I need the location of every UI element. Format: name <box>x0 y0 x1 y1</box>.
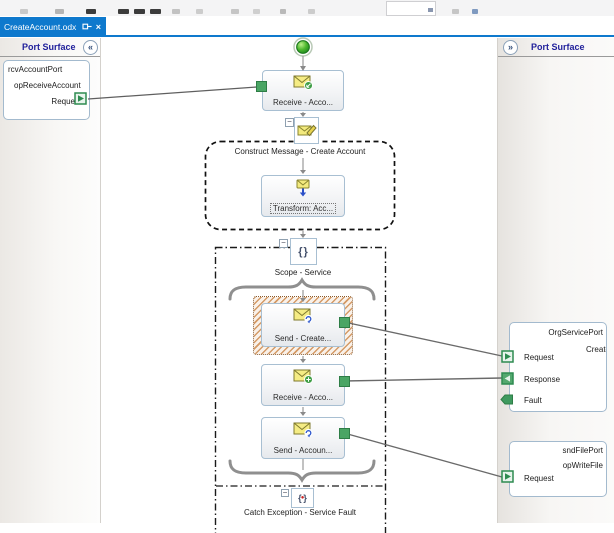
receive-port-connector[interactable] <box>256 81 267 92</box>
catch-exception-title[interactable]: Catch Exception - Service Fault <box>215 508 385 517</box>
start-node-halo <box>293 37 313 57</box>
catch-close-brace: } <box>303 493 307 503</box>
send-port-connector[interactable] <box>339 317 350 328</box>
panel-title-rule <box>0 56 100 57</box>
request-out-icon[interactable] <box>74 92 87 105</box>
port-operation: opReceiveAccount <box>14 81 81 90</box>
shape-transform[interactable]: Transform: Acc... <box>261 175 345 217</box>
collapse-left-panel-button[interactable]: « <box>83 40 98 55</box>
scope-icon[interactable]: {} <box>290 238 317 265</box>
scope-title[interactable]: Scope - Service <box>230 268 376 277</box>
port-operation: Create <box>585 345 606 354</box>
toolbar-icon-fragment <box>231 9 239 14</box>
document-tab-strip: CreateAccount.odx × <box>0 16 614 38</box>
request-out-icon[interactable] <box>501 350 514 363</box>
transform-icon <box>296 179 310 197</box>
port-name: rcvAccountPort <box>8 65 63 74</box>
toolbar-icon-fragment <box>55 9 64 14</box>
shape-label: Send - Accoun... <box>273 446 333 455</box>
operation-request-label[interactable]: Request <box>524 353 554 362</box>
arrowhead <box>300 359 306 363</box>
shape-receive-account[interactable]: Receive - Acco... <box>262 70 344 111</box>
construct-message-icon[interactable] <box>294 117 319 144</box>
operation-fault-label[interactable]: Fault <box>524 396 542 405</box>
shape-label: Transform: Acc... <box>269 203 337 214</box>
port-name: sndFilePort <box>562 446 603 455</box>
wire-receive-to-response[interactable] <box>343 377 503 382</box>
request-out-icon[interactable] <box>501 470 514 483</box>
wire-rcvport-to-receive[interactable] <box>87 86 258 100</box>
scope-braces-glyph: {} <box>298 245 309 258</box>
collapse-toggle-construct[interactable]: − <box>285 118 294 127</box>
port-sndfileport[interactable]: sndFilePort opWriteFile Request <box>509 441 607 497</box>
envelope-pencil-icon <box>297 124 317 137</box>
tab-strip-accent-line <box>0 35 614 37</box>
shape-label: Receive - Acco... <box>272 393 334 402</box>
right-panel-title: Port Surface <box>531 42 585 52</box>
toolbar-combobox-clipped[interactable] <box>386 1 436 16</box>
toolbar-icon-fragment <box>86 9 96 14</box>
send-port-connector[interactable] <box>339 428 350 439</box>
operation-request-label: Reque <box>51 97 75 106</box>
arrowhead <box>300 170 306 174</box>
shape-label: Send - Create... <box>274 334 332 343</box>
scope-close-brace <box>228 459 376 483</box>
toolbar-icon-fragment <box>280 9 286 14</box>
tab-title: CreateAccount.odx <box>4 21 77 32</box>
wire-send-to-filerequest[interactable] <box>343 432 503 478</box>
toolbar-icon-fragment <box>150 9 161 14</box>
shape-send-create[interactable]: Send - Create... <box>261 303 345 347</box>
operation-response-label[interactable]: Response <box>524 375 560 384</box>
port-orgserviceport[interactable]: OrgServicePort Create Request Response F… <box>509 322 607 412</box>
left-panel-title: Port Surface <box>22 42 76 52</box>
catch-exception-icon[interactable]: {●} <box>291 488 314 508</box>
port-operation: opWriteFile <box>562 461 603 470</box>
toolbar-icon-fragment <box>20 9 28 14</box>
arrowhead <box>300 412 306 416</box>
shape-label: Receive - Acco... <box>272 98 334 107</box>
shape-send-account[interactable]: Send - Accoun... <box>261 417 345 459</box>
pin-icon[interactable] <box>82 21 93 32</box>
envelope-receive-icon <box>293 75 313 90</box>
toolbar-icon-fragment <box>308 9 315 14</box>
port-rcvAccountPort[interactable]: rcvAccountPort opReceiveAccount Reque <box>3 60 90 120</box>
envelope-send-icon <box>293 308 313 324</box>
envelope-send-icon <box>293 422 313 438</box>
construct-group-title[interactable]: Construct Message - Create Account <box>208 147 392 156</box>
operation-request-label[interactable]: Request <box>524 474 554 483</box>
toolbar-icon-fragment <box>134 9 145 14</box>
tab-createaccount-odx[interactable]: CreateAccount.odx × <box>0 17 106 36</box>
fault-in-icon[interactable] <box>500 393 514 406</box>
expand-right-panel-button[interactable]: » <box>503 40 518 55</box>
shape-receive-account-response[interactable]: Receive - Acco... <box>261 364 345 406</box>
collapse-toggle-scope[interactable]: − <box>279 239 288 248</box>
toolbar-icon-fragment <box>452 9 459 14</box>
combobox-dropdown-mark <box>428 8 433 12</box>
receive-port-connector[interactable] <box>339 376 350 387</box>
toolbar-icon-fragment <box>472 9 478 14</box>
envelope-receive-icon <box>293 369 313 384</box>
port-name: OrgServicePort <box>548 328 603 337</box>
toolbar-icon-fragment <box>172 9 180 14</box>
start-node <box>296 40 310 54</box>
toolbar-icon-fragment <box>196 9 203 14</box>
collapse-toggle-catch[interactable]: − <box>281 489 289 497</box>
panel-title-rule <box>498 56 614 57</box>
toolbar-icon-fragment <box>253 9 260 14</box>
wire-send-to-request[interactable] <box>343 321 503 357</box>
toolbar-icon-fragment <box>118 9 129 14</box>
response-in-icon[interactable] <box>501 372 514 385</box>
toolbar-clipped <box>0 0 614 17</box>
close-icon[interactable]: × <box>95 22 102 32</box>
